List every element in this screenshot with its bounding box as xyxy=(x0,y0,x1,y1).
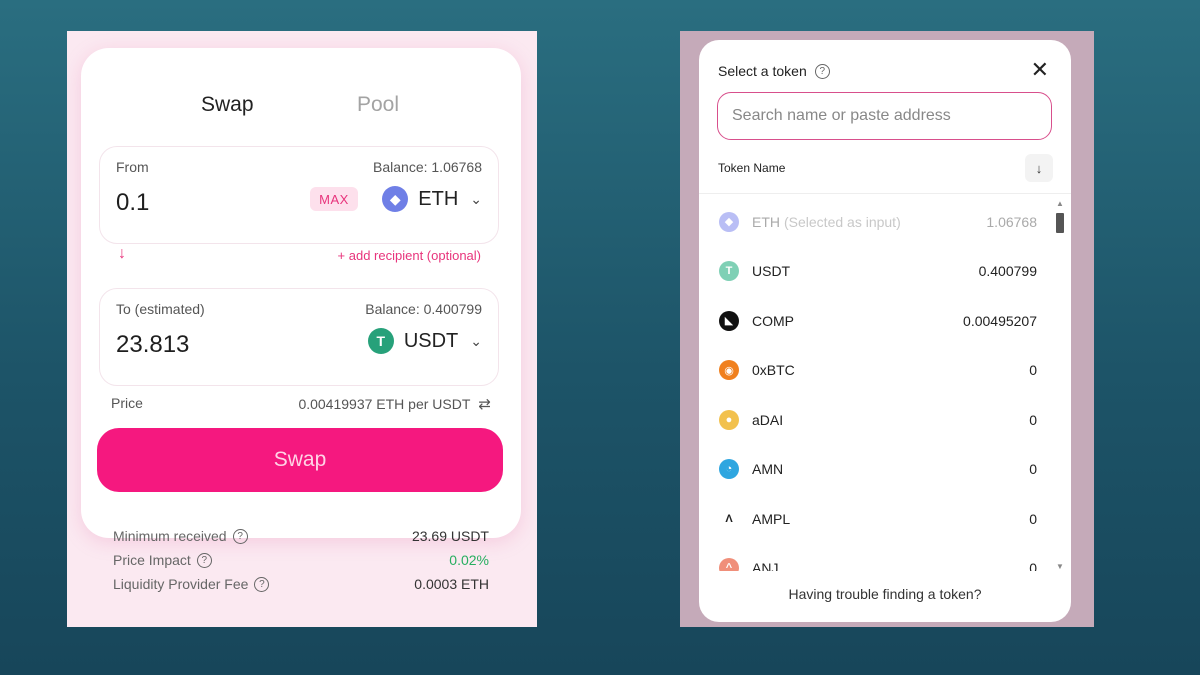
minimum-received-value: 23.69 USDT xyxy=(411,528,489,544)
divider xyxy=(699,193,1071,194)
token-search-input[interactable] xyxy=(717,92,1052,140)
tab-pool[interactable]: Pool xyxy=(357,93,399,117)
token-balance: 0.00495207 xyxy=(963,312,1037,329)
token-note: (Selected as input) xyxy=(784,213,901,230)
token-symbol: 0xBTC xyxy=(752,362,795,379)
to-field: To (estimated) Balance: 0.400799 23.813 … xyxy=(99,288,499,386)
amn-icon: ◔ xyxy=(719,459,739,480)
token-row-eth[interactable]: ◆ ETH (Selected as input) 1.06768 xyxy=(699,197,1053,247)
token-row-comp[interactable]: ◣ COMP 0.00495207 xyxy=(699,296,1053,346)
scroll-up-icon[interactable]: ▲ xyxy=(1056,199,1064,208)
from-token-symbol: ETH xyxy=(418,187,459,210)
to-balance: Balance: 0.400799 xyxy=(365,301,482,317)
help-icon[interactable]: ? xyxy=(232,528,248,544)
token-balance: 0 xyxy=(1029,411,1037,428)
from-token-select[interactable]: ◆ ETH ⌄ xyxy=(382,183,482,215)
summary-row: Liquidity Provider Fee ? 0.0003 ETH xyxy=(113,576,489,600)
minimum-received-label: Minimum received ? xyxy=(113,528,248,544)
help-icon[interactable]: ? xyxy=(196,552,212,568)
summary-row: Minimum received ? 23.69 USDT xyxy=(113,528,489,552)
swap-panel: Swap Pool From Balance: 1.06768 0.1 MAX … xyxy=(67,31,537,627)
scroll-down-icon[interactable]: ▼ xyxy=(1056,562,1064,571)
token-row-amn[interactable]: ◔ AMN 0 xyxy=(699,445,1053,495)
chevron-down-icon: ⌄ xyxy=(470,332,482,349)
sort-arrow-icon[interactable]: ↓ xyxy=(1025,154,1053,182)
token-balance: 1.06768 xyxy=(986,213,1037,230)
token-symbol: AMN xyxy=(752,461,784,478)
usdt-icon: T xyxy=(367,328,394,354)
ampl-icon: Λ xyxy=(719,508,739,529)
token-balance: 0 xyxy=(1029,560,1037,571)
price-row: Price 0.00419937 ETH per USDT ⇄ xyxy=(111,395,491,415)
modal-title-text: Select a token xyxy=(718,63,807,79)
token-symbol: USDT xyxy=(752,263,791,280)
token-row-ampl[interactable]: Λ AMPL 0 xyxy=(699,494,1053,544)
adai-icon: ● xyxy=(719,409,739,430)
anj-icon: ^ xyxy=(719,558,739,571)
price-value-text: 0.00419937 ETH per USDT xyxy=(298,396,471,412)
usdt-icon: T xyxy=(719,261,739,282)
scrollbar[interactable]: ▲ ▼ xyxy=(1055,197,1065,571)
liquidity-fee-label: Liquidity Provider Fee ? xyxy=(113,576,270,592)
token-symbol: ETH xyxy=(752,213,780,230)
price-value: 0.00419937 ETH per USDT ⇄ xyxy=(298,395,491,413)
token-row-0xbtc[interactable]: ◉ 0xBTC 0 xyxy=(699,346,1053,396)
max-button[interactable]: MAX xyxy=(310,187,358,211)
swap-tabs: Swap Pool xyxy=(81,93,521,123)
help-icon[interactable]: ? xyxy=(254,576,270,592)
token-select-panel: Select a token ? ✕ Token Name ↓ ◆ ETH(Sel… xyxy=(680,31,1094,627)
token-list: ◆ ETH (Selected as input) 1.06768 T USDT 0.400… xyxy=(699,197,1053,571)
token-balance: 0 xyxy=(1029,362,1037,379)
from-label: From xyxy=(116,159,149,175)
trouble-finding-token-link[interactable]: Having trouble finding a token? xyxy=(699,586,1071,602)
token-symbol: aDAI xyxy=(752,411,784,428)
help-icon[interactable]: ? xyxy=(814,63,830,79)
token-symbol: AMPL xyxy=(752,510,791,527)
close-icon[interactable]: ✕ xyxy=(1031,57,1049,83)
from-amount-input[interactable]: 0.1 xyxy=(116,189,149,217)
arrow-down-icon[interactable]: ↓ xyxy=(118,245,126,263)
token-balance: 0 xyxy=(1029,510,1037,527)
token-symbol: COMP xyxy=(752,312,794,329)
summary-label-text: Minimum received xyxy=(113,528,227,544)
price-label: Price xyxy=(111,395,143,411)
eth-icon: ◆ xyxy=(719,211,739,232)
liquidity-fee-value: 0.0003 ETH xyxy=(414,576,489,592)
summary-label-text: Liquidity Provider Fee xyxy=(113,576,249,592)
token-balance: 0.400799 xyxy=(978,263,1037,280)
to-label: To (estimated) xyxy=(116,301,205,317)
to-token-select[interactable]: T USDT ⌄ xyxy=(367,325,482,357)
token-select-modal: Select a token ? ✕ Token Name ↓ ◆ ETH(Sel… xyxy=(699,40,1071,622)
scroll-thumb[interactable] xyxy=(1056,213,1064,233)
token-row-usdt[interactable]: T USDT 0.400799 xyxy=(699,247,1053,297)
summary-label-text: Price Impact xyxy=(113,552,191,568)
comp-icon: ◣ xyxy=(719,310,739,331)
token-list-header: Token Name xyxy=(718,161,786,175)
invert-price-icon[interactable]: ⇄ xyxy=(478,395,491,413)
modal-title: Select a token ? xyxy=(718,63,830,79)
trade-summary: Minimum received ? 23.69 USDT Price Impa… xyxy=(113,528,489,600)
tab-swap[interactable]: Swap xyxy=(201,93,254,117)
chevron-down-icon: ⌄ xyxy=(470,190,482,207)
token-symbol: ANJ xyxy=(752,560,779,571)
0xbtc-icon: ◉ xyxy=(719,360,739,381)
swap-button[interactable]: Swap xyxy=(97,428,503,492)
token-row-adai[interactable]: ● aDAI 0 xyxy=(699,395,1053,445)
to-token-symbol: USDT xyxy=(403,329,459,352)
eth-icon: ◆ xyxy=(382,186,409,212)
summary-row: Price Impact ? 0.02% xyxy=(113,552,489,576)
price-impact-label: Price Impact ? xyxy=(113,552,212,568)
token-balance: 0 xyxy=(1029,461,1037,478)
to-amount-input[interactable]: 23.813 xyxy=(116,331,189,359)
swap-card: Swap Pool From Balance: 1.06768 0.1 MAX … xyxy=(81,48,521,538)
token-row-anj[interactable]: ^ ANJ 0 xyxy=(699,544,1053,571)
price-impact-value: 0.02% xyxy=(449,552,489,568)
from-balance: Balance: 1.06768 xyxy=(373,159,482,175)
add-recipient-link[interactable]: + add recipient (optional) xyxy=(338,248,481,263)
from-field: From Balance: 1.06768 0.1 MAX ◆ ETH ⌄ xyxy=(99,146,499,244)
